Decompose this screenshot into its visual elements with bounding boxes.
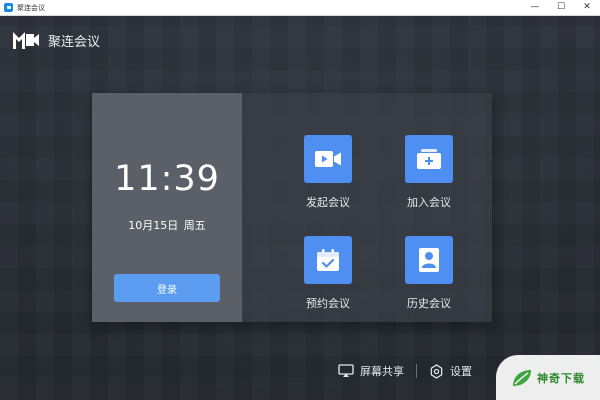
settings-label: 设置 <box>450 365 472 378</box>
history-meeting-label: 历史会议 <box>407 297 451 310</box>
clock-date: 10月15日 周五 <box>92 217 242 233</box>
close-button[interactable]: ✕ <box>574 0 600 15</box>
screen-share-button[interactable]: 屏幕共享 <box>338 363 404 379</box>
join-meeting-tile[interactable] <box>405 135 453 183</box>
actions-panel: 发起会议 加入会议 预约会议 历史会议 <box>242 93 492 322</box>
calendar-check-icon <box>317 249 339 271</box>
home-card: 11:39 10月15日 周五 登录 发起会议 加入会议 预约会议 历史会议 <box>92 93 492 322</box>
history-meeting-action[interactable]: 历史会议 <box>384 236 474 311</box>
date-text: 10月15日 <box>128 219 179 232</box>
main-area: 聚连会议 11:39 10月15日 周五 登录 发起会议 加入会议 预约会议 历… <box>0 16 600 400</box>
watermark-text: 神奇下载 <box>537 371 585 385</box>
window-title: 聚连会议 <box>17 3 45 12</box>
clock-panel: 11:39 10月15日 周五 登录 <box>92 93 242 322</box>
screen-share-label: 屏幕共享 <box>360 365 404 378</box>
maximize-button[interactable]: ☐ <box>548 0 574 15</box>
settings-button[interactable]: 设置 <box>429 363 472 379</box>
schedule-meeting-tile[interactable] <box>304 236 352 284</box>
schedule-meeting-label: 预约会议 <box>306 297 350 310</box>
clock-time: 11:39 <box>114 159 220 199</box>
join-meeting-action[interactable]: 加入会议 <box>384 135 474 210</box>
history-meeting-tile[interactable] <box>405 236 453 284</box>
user-history-icon <box>419 248 439 272</box>
minimize-button[interactable]: — <box>522 0 548 15</box>
site-watermark: 神奇下载 <box>496 355 600 400</box>
schedule-meeting-action[interactable]: 预约会议 <box>283 236 373 311</box>
gear-icon <box>430 363 443 379</box>
app-small-icon <box>4 3 13 12</box>
start-meeting-action[interactable]: 发起会议 <box>283 135 373 210</box>
screen-share-icon <box>338 364 354 377</box>
join-meeting-label: 加入会议 <box>407 196 451 209</box>
weekday-text: 周五 <box>183 219 206 232</box>
login-button[interactable]: 登录 <box>114 274 220 302</box>
m-camera-logo-icon <box>13 32 39 49</box>
toolbar-divider <box>416 364 417 378</box>
start-meeting-label: 发起会议 <box>306 196 350 209</box>
start-meeting-tile[interactable] <box>304 135 352 183</box>
bottom-toolbar: 屏幕共享 设置 <box>338 363 472 379</box>
leaf-logo-icon <box>513 369 531 386</box>
video-camera-icon <box>315 151 341 167</box>
window-controls: — ☐ ✕ <box>522 0 600 15</box>
app-name: 聚连会议 <box>48 34 101 50</box>
join-folder-icon <box>417 149 441 169</box>
app-logo: 聚连会议 <box>12 30 100 50</box>
window-titlebar: 聚连会议 — ☐ ✕ <box>0 0 600 16</box>
